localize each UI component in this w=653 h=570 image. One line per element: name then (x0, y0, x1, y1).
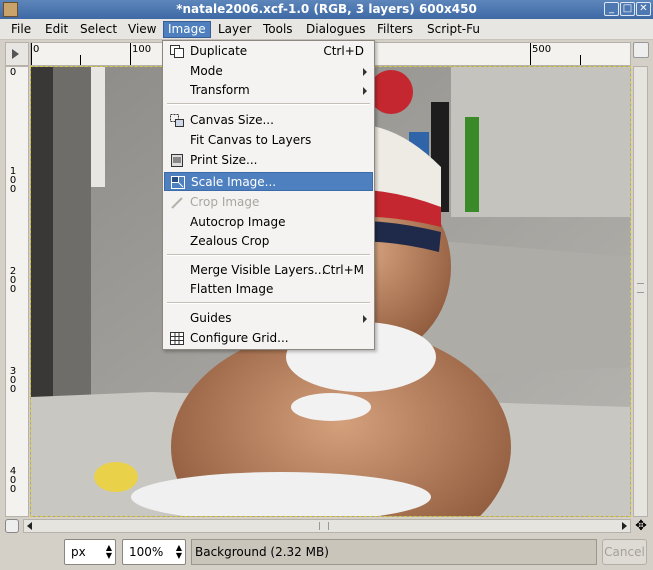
scroll-grip[interactable] (319, 522, 329, 530)
scroll-right-icon[interactable] (622, 522, 627, 530)
window-title: *natale2006.xcf-1.0 (RGB, 3 layers) 600x… (176, 2, 477, 16)
menu-item-configure-grid[interactable]: Configure Grid... (164, 329, 373, 348)
minimize-button[interactable]: _ (604, 2, 619, 16)
vruler-label-200: 200 (9, 266, 17, 295)
menu-item-zealous-crop[interactable]: Zealous Crop (164, 232, 373, 251)
status-message: Background (2.32 MB) (191, 539, 597, 565)
ruler-tick (530, 43, 531, 65)
statusbar: px ▲ ▼ 100% ▲ ▼ Background (2.32 MB) Cance… (0, 535, 653, 570)
menubar: File Edit Select View Image Layer Tools … (0, 19, 653, 40)
horizontal-scroll-row: ✥ (5, 518, 649, 534)
menu-separator (167, 302, 370, 304)
vruler-label-300: 300 (9, 366, 17, 395)
menu-select[interactable]: Select (76, 21, 121, 38)
window-titlebar[interactable]: *natale2006.xcf-1.0 (RGB, 3 layers) 600x… (0, 0, 653, 19)
vruler-label-400: 400 (9, 466, 17, 495)
quick-mask-toggle[interactable] (5, 42, 29, 66)
ruler-label-100: 100 (132, 44, 152, 55)
grid-icon (170, 332, 184, 345)
menu-item-flatten[interactable]: Flatten Image (164, 280, 373, 299)
ruler-tick (31, 43, 32, 65)
submenu-arrow-icon (363, 315, 367, 323)
menu-layer[interactable]: Layer (214, 21, 255, 38)
menu-item-merge-visible[interactable]: Merge Visible Layers... Ctrl+M (164, 261, 373, 280)
unit-value: px (71, 545, 86, 559)
menu-item-canvas-size[interactable]: Canvas Size... (164, 111, 373, 130)
submenu-arrow-icon (363, 68, 367, 76)
crop-icon (171, 197, 183, 209)
spin-arrows-icon[interactable]: ▲ ▼ (176, 544, 182, 560)
vertical-scrollbar[interactable] (633, 66, 648, 517)
menu-item-fit-canvas[interactable]: Fit Canvas to Layers (164, 131, 373, 150)
menu-item-transform[interactable]: Transform (164, 81, 373, 100)
zoom-value: 100% (129, 545, 164, 559)
canvas-size-icon (170, 114, 184, 127)
ruler-label-500: 500 (532, 44, 552, 55)
ruler-label-0: 0 (33, 44, 40, 55)
zoom-selector[interactable]: 100% ▲ ▼ (122, 539, 186, 565)
vruler-label-0: 0 (9, 67, 17, 78)
menu-separator (167, 254, 370, 256)
ruler-tick (130, 43, 131, 65)
horizontal-scrollbar[interactable] (23, 519, 631, 533)
cancel-button[interactable]: Cancel (602, 539, 647, 565)
unit-selector[interactable]: px ▲ ▼ (64, 539, 116, 565)
menu-item-print-size[interactable]: Print Size... (164, 151, 373, 170)
menu-item-duplicate[interactable]: Duplicate Ctrl+D (164, 42, 373, 61)
scroll-left-icon[interactable] (27, 522, 32, 530)
menu-view[interactable]: View (124, 21, 160, 38)
scroll-grip[interactable] (637, 283, 644, 293)
navigate-button[interactable] (633, 42, 649, 58)
navigate-move-icon[interactable]: ✥ (633, 518, 649, 534)
vertical-ruler[interactable]: 0 100 200 300 400 (5, 66, 29, 517)
menu-dialogues[interactable]: Dialogues (302, 21, 369, 38)
ruler-tick (80, 55, 81, 65)
menu-item-guides[interactable]: Guides (164, 309, 373, 328)
play-arrow-icon (12, 49, 19, 59)
menu-script-fu[interactable]: Script-Fu (423, 21, 484, 38)
maximize-button[interactable]: □ (620, 2, 635, 16)
ruler-tick (580, 55, 581, 65)
spin-arrows-icon[interactable]: ▲ ▼ (106, 544, 112, 560)
menu-tools[interactable]: Tools (259, 21, 297, 38)
duplicate-icon (170, 45, 184, 58)
menu-edit[interactable]: Edit (41, 21, 72, 38)
menu-file[interactable]: File (7, 21, 35, 38)
submenu-arrow-icon (363, 87, 367, 95)
print-size-icon (171, 154, 183, 167)
close-button[interactable]: ✕ (636, 2, 651, 16)
toggle-quickmask-button[interactable] (5, 519, 19, 533)
vruler-label-100: 100 (9, 166, 17, 195)
menu-filters[interactable]: Filters (373, 21, 417, 38)
menu-item-autocrop[interactable]: Autocrop Image (164, 213, 373, 232)
menu-item-crop-image[interactable]: Crop Image (164, 193, 373, 212)
menu-image[interactable]: Image (163, 21, 211, 38)
scale-image-icon (171, 176, 185, 189)
menu-item-mode[interactable]: Mode (164, 62, 373, 81)
menu-item-scale-image[interactable]: Scale Image... (164, 172, 373, 191)
image-menu-dropdown: Duplicate Ctrl+D Mode Transform Canvas S… (162, 40, 375, 350)
menu-separator (167, 103, 370, 105)
